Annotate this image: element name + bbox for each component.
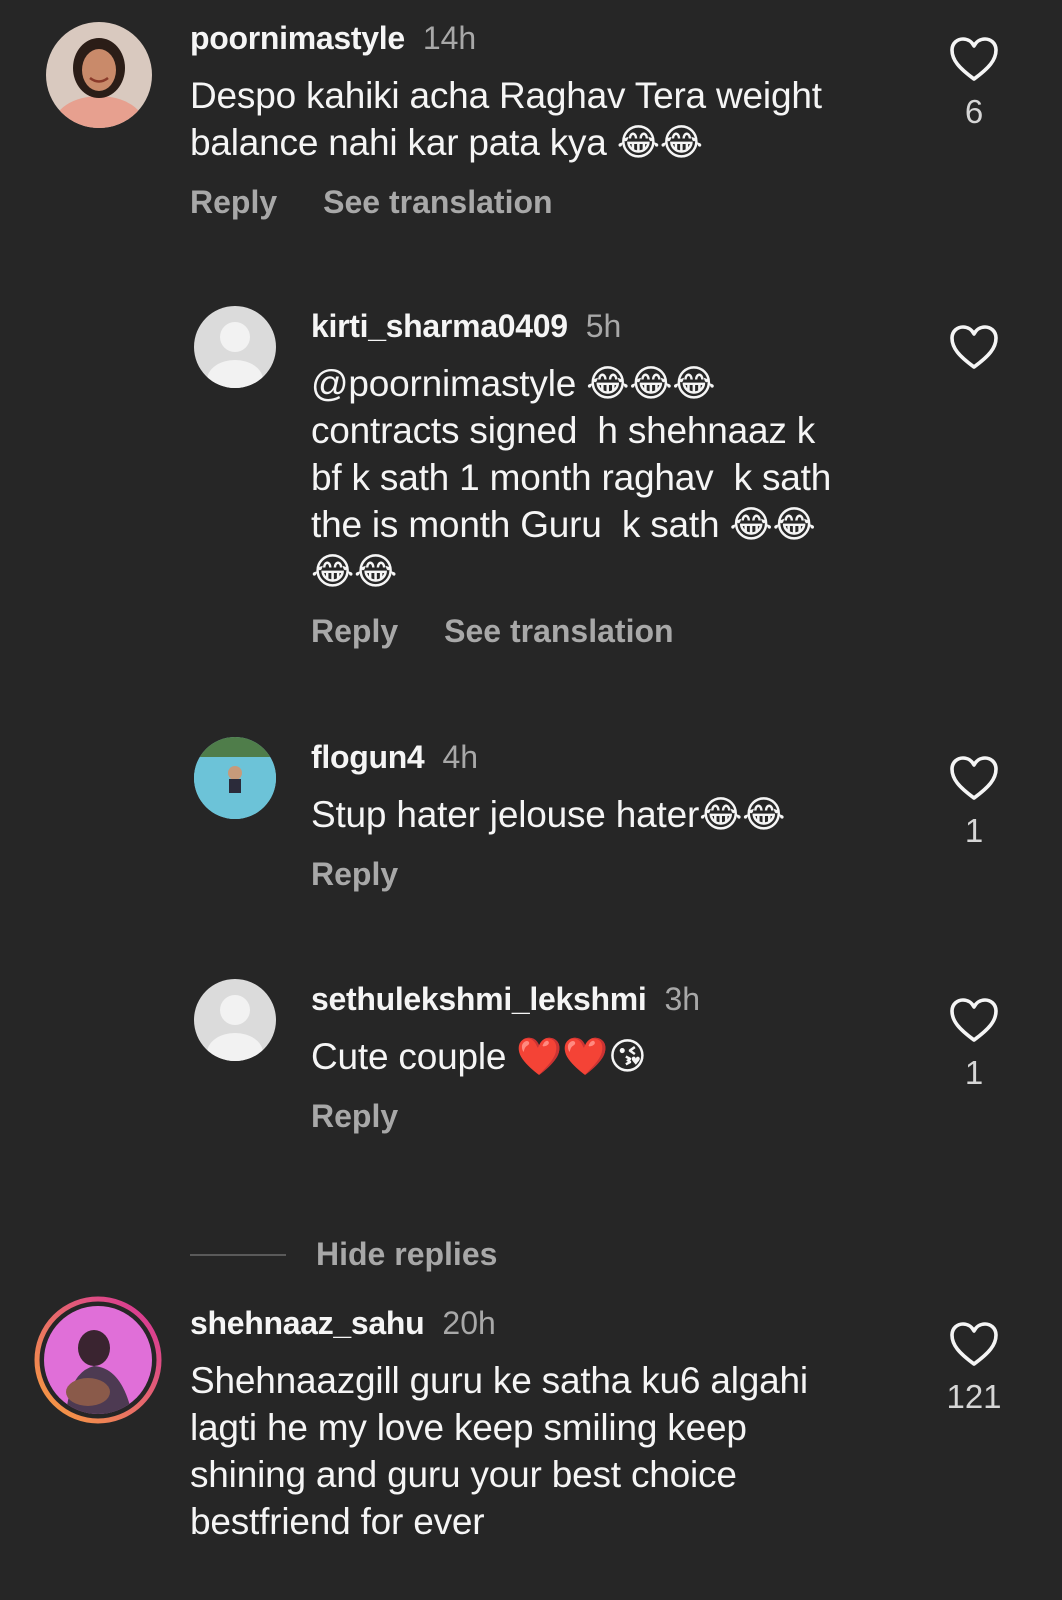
avatar[interactable] — [44, 1306, 152, 1414]
heart-outline-icon[interactable] — [949, 997, 999, 1043]
comment-text: Cute couple ❤️❤️😘 — [311, 1036, 647, 1077]
comment-username[interactable]: kirti_sharma0409 — [311, 308, 568, 344]
avatar-placeholder[interactable] — [194, 306, 276, 388]
avatar-placeholder[interactable] — [194, 979, 276, 1061]
comment-username[interactable]: poornimastyle — [190, 20, 405, 56]
comment-time: 4h — [442, 739, 479, 775]
comment-username[interactable]: sethulekshmi_lekshmi — [311, 981, 647, 1017]
hide-replies-label[interactable]: Hide replies — [316, 1234, 497, 1274]
comment-time: 5h — [585, 308, 622, 344]
heart-outline-icon[interactable] — [949, 324, 999, 370]
divider — [190, 1254, 286, 1256]
like-control — [920, 324, 1028, 370]
reply-button[interactable]: Reply — [311, 1098, 398, 1134]
reply-button[interactable]: Reply — [311, 856, 398, 892]
see-translation-button[interactable]: See translation — [444, 613, 673, 649]
like-control: 121 — [920, 1321, 1028, 1417]
comment-time: 20h — [442, 1305, 496, 1341]
comment-time: 3h — [664, 981, 701, 1017]
avatar[interactable] — [46, 22, 152, 128]
comment-text: @poornimastyle 😂😂😂 contracts signed h sh… — [311, 363, 832, 592]
comment-time: 14h — [422, 20, 477, 56]
like-count: 1 — [964, 812, 984, 849]
heart-outline-icon[interactable] — [949, 36, 999, 82]
like-count: 6 — [964, 93, 984, 130]
like-count: 121 — [946, 1378, 1002, 1415]
heart-outline-icon[interactable] — [949, 1321, 999, 1367]
like-control: 6 — [920, 36, 1028, 132]
like-control: 1 — [920, 755, 1028, 851]
comment-text: Shehnaazgill guru ke satha ku6 algahi la… — [190, 1360, 808, 1542]
comment-username[interactable]: shehnaaz_sahu — [190, 1305, 425, 1341]
like-control: 1 — [920, 997, 1028, 1093]
reply-button[interactable]: Reply — [190, 184, 277, 220]
comment-text: Despo kahiki acha Raghav Tera weight bal… — [190, 75, 822, 163]
reply-button[interactable]: Reply — [311, 613, 398, 649]
heart-outline-icon[interactable] — [949, 755, 999, 801]
see-translation-button[interactable]: See translation — [323, 184, 552, 220]
comment-text: Stup hater jelouse hater😂😂 — [311, 794, 786, 835]
like-count: 1 — [964, 1054, 984, 1091]
avatar[interactable] — [194, 737, 276, 819]
comment-username[interactable]: flogun4 — [311, 739, 425, 775]
